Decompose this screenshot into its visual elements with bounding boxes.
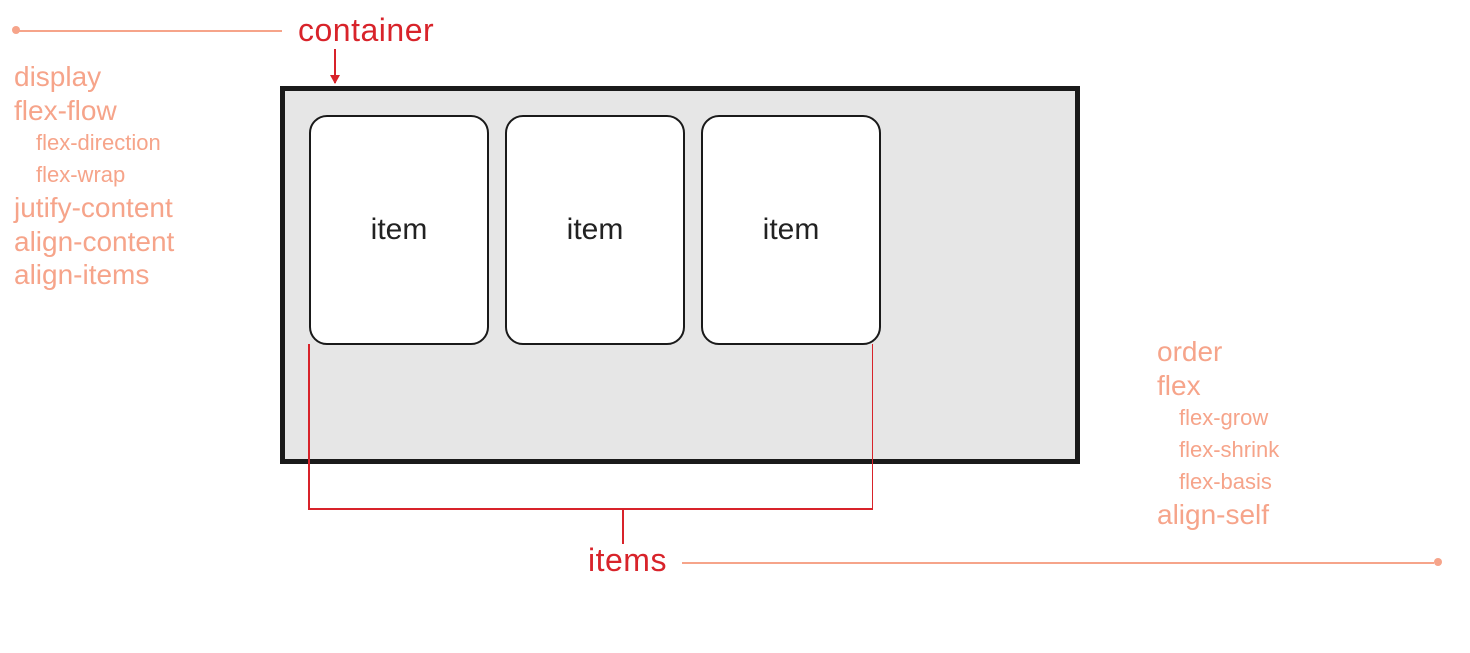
- connector-line-bottom: [682, 562, 1434, 564]
- container-label: container: [298, 12, 434, 49]
- flex-item-label: item: [371, 213, 428, 247]
- prop-flex-shrink: flex-shrink: [1157, 434, 1279, 466]
- flex-container-box: item item item: [280, 86, 1080, 464]
- items-label: items: [588, 542, 667, 579]
- prop-align-self: align-self: [1157, 498, 1279, 532]
- arrow-down-icon: [334, 49, 336, 83]
- flex-item-label: item: [763, 213, 820, 247]
- prop-flex-flow: flex-flow: [14, 94, 174, 128]
- item-properties-list: order flex flex-grow flex-shrink flex-ba…: [1157, 335, 1279, 531]
- prop-display: display: [14, 60, 174, 94]
- flex-item-box: item: [505, 115, 685, 345]
- diagram-stage: container display flex-flow flex-directi…: [0, 0, 1470, 653]
- container-properties-list: display flex-flow flex-direction flex-wr…: [14, 60, 174, 292]
- flex-item-box: item: [309, 115, 489, 345]
- flex-item-label: item: [567, 213, 624, 247]
- prop-flex-basis: flex-basis: [1157, 466, 1279, 498]
- prop-flex-direction: flex-direction: [14, 127, 174, 159]
- connector-dot-bottom: [1434, 558, 1442, 566]
- items-bracket-icon: [308, 490, 873, 550]
- flex-item-box: item: [701, 115, 881, 345]
- prop-align-content: align-content: [14, 225, 174, 259]
- prop-order: order: [1157, 335, 1279, 369]
- prop-justify-content: jutify-content: [14, 191, 174, 225]
- prop-flex-wrap: flex-wrap: [14, 159, 174, 191]
- prop-align-items: align-items: [14, 258, 174, 292]
- prop-flex-grow: flex-grow: [1157, 402, 1279, 434]
- connector-line-top: [18, 30, 282, 32]
- prop-flex: flex: [1157, 369, 1279, 403]
